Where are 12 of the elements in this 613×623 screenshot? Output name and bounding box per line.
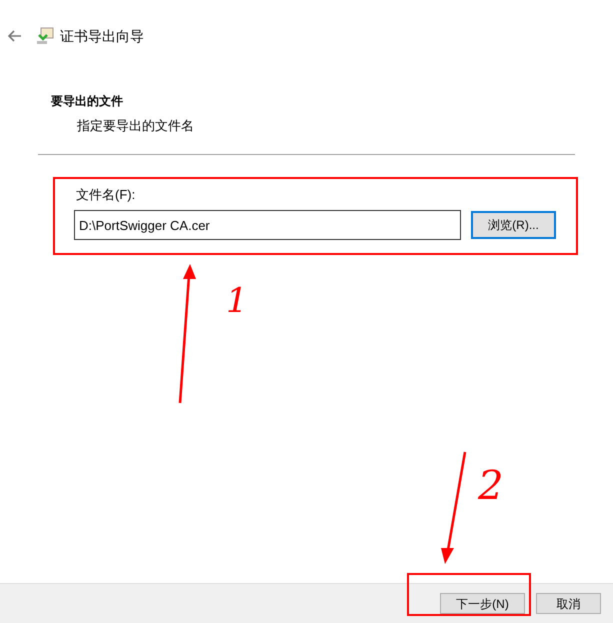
annotation-number: 2	[478, 466, 504, 506]
section-heading: 要导出的文件	[50, 93, 124, 110]
file-name-field[interactable]: D:\PortSwigger CA.cer	[74, 210, 461, 240]
cancel-button[interactable]: 取消	[536, 593, 601, 614]
back-arrow-icon[interactable]	[8, 30, 22, 42]
field-label: 文件名(F):	[75, 186, 136, 204]
annotation-number: 1	[226, 284, 248, 318]
window-title: 证书导出向导	[60, 26, 144, 46]
browse-button[interactable]: 浏览(R)...	[471, 211, 556, 239]
section-subtitle: 指定要导出的文件名	[76, 117, 195, 135]
certificate-icon	[36, 27, 54, 45]
next-button[interactable]: 下一步(N)	[440, 593, 525, 614]
